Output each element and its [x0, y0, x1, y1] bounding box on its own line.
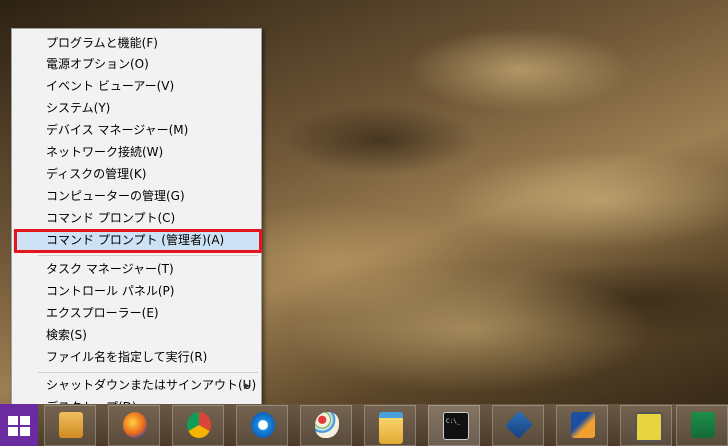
taskbar-chrome[interactable] — [172, 405, 224, 446]
taskbar-firefox[interactable] — [108, 405, 160, 446]
menu-item-device-manager[interactable]: デバイス マネージャー(M) — [13, 120, 260, 141]
menu-item-task-manager[interactable]: タスク マネージャー(T) — [13, 259, 260, 280]
submenu-arrow-icon: ▶ — [243, 381, 250, 390]
file-explorer-icon — [379, 412, 403, 444]
menu-item-search[interactable]: 検索(S) — [13, 325, 260, 346]
menu-item-disk-management[interactable]: ディスクの管理(K) — [13, 164, 260, 185]
menu-separator — [38, 372, 258, 373]
taskbar-text-editor[interactable] — [620, 405, 672, 446]
winx-context-menu: プログラムと機能(F) 電源オプション(O) イベント ビューアー(V) システ… — [11, 28, 262, 422]
menu-item-network-connections[interactable]: ネットワーク接続(W) — [13, 142, 260, 163]
menu-item-run[interactable]: ファイル名を指定して実行(R) — [13, 347, 260, 368]
menu-item-power-options[interactable]: 電源オプション(O) — [13, 54, 260, 75]
start-button[interactable] — [0, 404, 38, 446]
taskbar-excel[interactable] — [676, 405, 728, 446]
menu-item-programs-features[interactable]: プログラムと機能(F) — [13, 33, 260, 54]
virtualbox-icon — [504, 410, 534, 440]
taskbar-command-prompt[interactable]: C:\_ — [428, 405, 480, 446]
firefox-icon — [123, 412, 147, 438]
text-editor-icon — [635, 412, 663, 442]
taskbar-internet-explorer[interactable] — [236, 405, 288, 446]
menu-separator — [38, 255, 258, 256]
menu-item-computer-management[interactable]: コンピューターの管理(G) — [13, 186, 260, 207]
menu-item-shutdown-signout[interactable]: シャットダウンまたはサインアウト(U) ▶ — [13, 375, 260, 396]
command-prompt-icon: C:\_ — [443, 412, 469, 440]
pen-tool-icon — [571, 412, 595, 438]
terminal-glyph: C:\_ — [446, 418, 461, 425]
taskbar-outlook[interactable] — [44, 405, 96, 446]
excel-icon — [691, 412, 715, 438]
menu-item-system[interactable]: システム(Y) — [13, 98, 260, 119]
menu-item-control-panel[interactable]: コントロール パネル(P) — [13, 281, 260, 302]
menu-item-event-viewer[interactable]: イベント ビューアー(V) — [13, 76, 260, 97]
menu-item-file-explorer[interactable]: エクスプローラー(E) — [13, 303, 260, 324]
taskbar-file-explorer[interactable] — [364, 405, 416, 446]
taskbar-paint[interactable] — [300, 405, 352, 446]
menu-item-label: シャットダウンまたはサインアウト(U) — [46, 378, 257, 392]
chrome-icon — [187, 412, 211, 438]
internet-explorer-icon — [251, 412, 275, 438]
taskbar-virtualbox[interactable] — [492, 405, 544, 446]
menu-item-command-prompt[interactable]: コマンド プロンプト(C) — [13, 208, 260, 229]
windows-logo-icon — [8, 416, 30, 436]
outlook-icon — [59, 412, 83, 438]
red-highlight-box — [14, 229, 262, 253]
paint-icon — [315, 412, 339, 438]
taskbar-pen-tool[interactable] — [556, 405, 608, 446]
